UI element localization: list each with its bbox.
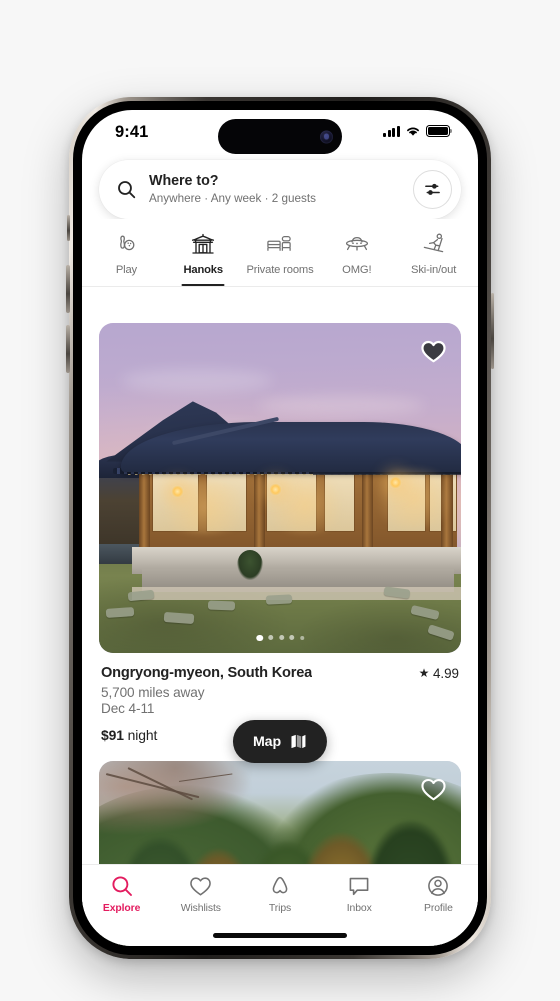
search-text-group: Where to? Anywhere · Any week · 2 guests <box>149 173 413 207</box>
wifi-icon <box>407 127 419 136</box>
hanok-temple-icon <box>190 230 216 258</box>
nav-label: Wishlists <box>180 903 221 914</box>
listing-price-amount: $91 <box>101 727 124 743</box>
carousel-dots[interactable] <box>256 634 304 641</box>
nav-item-explore[interactable]: Explore <box>82 874 161 914</box>
silent-switch[interactable] <box>66 215 70 241</box>
cellular-signal-icon <box>383 125 400 137</box>
map-toggle-button[interactable]: Map <box>232 720 328 763</box>
listing-rating-value: 4.99 <box>432 665 459 681</box>
search-bar-container: Where to? Anywhere · Any week · 2 guests <box>82 157 478 219</box>
listing-feed[interactable]: Ongryong-myeon, South Korea ★ 4.99 5,700… <box>82 310 478 946</box>
star-filled-icon: ★ <box>418 666 430 680</box>
listing-distance: 5,700 miles away <box>101 685 205 700</box>
category-tab-omg[interactable]: OMG! <box>318 230 395 286</box>
front-camera-icon <box>320 130 333 143</box>
category-tab-label: Play <box>115 264 137 276</box>
filter-sliders-icon[interactable] <box>413 170 452 209</box>
nav-label: Trips <box>268 903 292 914</box>
search-title: Where to? <box>149 172 219 189</box>
heart-outline-icon <box>189 874 212 898</box>
volume-down-button[interactable] <box>66 325 70 373</box>
photo-cloud <box>258 395 425 416</box>
ufo-icon <box>344 230 370 258</box>
nav-label: Explore <box>102 903 141 914</box>
favorite-heart-button[interactable] <box>418 774 448 804</box>
category-tab-bar: Play Hanoks Private rooms OMG! Ski-in/ou… <box>82 219 478 287</box>
nav-label: Profile <box>424 903 453 914</box>
phone-screen: 9:41 Where to? Anywhere · Any week · 2 g… <box>82 110 478 946</box>
listing-card[interactable]: Ongryong-myeon, South Korea ★ 4.99 5,700… <box>99 323 461 743</box>
category-tab-private-rooms[interactable]: Private rooms <box>242 230 319 286</box>
listing-rating: ★ 4.99 <box>419 666 459 681</box>
volume-up-button[interactable] <box>66 265 70 313</box>
category-tab-ski-in-out[interactable]: Ski-in/out <box>395 230 472 286</box>
bowling-icon <box>114 230 138 258</box>
listing-title-row: Ongryong-myeon, South Korea ★ 4.99 <box>101 665 459 681</box>
listing-price-unit: night <box>127 727 158 743</box>
status-bar-time: 9:41 <box>115 123 149 141</box>
category-tab-play[interactable]: Play <box>88 230 165 286</box>
tab-underline <box>181 283 225 286</box>
photo-gravel <box>131 587 461 601</box>
nav-item-wishlists[interactable]: Wishlists <box>161 874 240 914</box>
heart-filled-icon <box>420 340 446 362</box>
map-button-label: Map <box>252 733 282 750</box>
category-tab-label: OMG! <box>342 264 372 276</box>
dynamic-island[interactable] <box>218 119 342 154</box>
message-bubble-icon <box>348 874 370 898</box>
battery-full-icon <box>426 125 453 137</box>
airbnb-bellhop-icon <box>269 874 291 898</box>
map-icon <box>291 734 306 749</box>
skier-icon <box>421 230 447 258</box>
nav-item-trips[interactable]: Trips <box>240 874 319 914</box>
phone-bezel: 9:41 Where to? Anywhere · Any week · 2 g… <box>73 101 487 955</box>
listing-photo-carousel[interactable] <box>99 323 461 653</box>
nav-label: Inbox <box>346 903 372 914</box>
favorite-heart-button[interactable] <box>418 336 448 366</box>
iphone-device-frame: 9:41 Where to? Anywhere · Any week · 2 g… <box>66 97 494 959</box>
search-icon <box>111 874 133 898</box>
category-tab-hanoks[interactable]: Hanoks <box>165 230 242 286</box>
search-icon <box>117 180 136 199</box>
category-tab-label: Ski-in/out <box>411 264 457 276</box>
category-tab-label: Private rooms <box>246 264 314 276</box>
listing-dates: Dec 4-11 <box>101 701 155 716</box>
power-button[interactable] <box>490 293 494 369</box>
search-bar[interactable]: Where to? Anywhere · Any week · 2 guests <box>99 160 461 219</box>
bed-room-icon <box>266 230 293 258</box>
nav-item-profile[interactable]: Profile <box>399 874 478 914</box>
search-subtitle: Anywhere · Any week · 2 guests <box>149 191 316 205</box>
status-bar: 9:41 <box>82 110 478 157</box>
home-indicator[interactable] <box>213 933 347 938</box>
user-circle-icon <box>427 874 449 898</box>
photo-blossom-branch <box>99 761 259 837</box>
screenshot-scene: 9:41 Where to? Anywhere · Any week · 2 g… <box>0 0 560 1001</box>
heart-outline-icon <box>420 778 446 800</box>
status-bar-indicators <box>383 125 453 137</box>
nav-item-inbox[interactable]: Inbox <box>320 874 399 914</box>
listing-title: Ongryong-myeon, South Korea <box>101 665 313 681</box>
